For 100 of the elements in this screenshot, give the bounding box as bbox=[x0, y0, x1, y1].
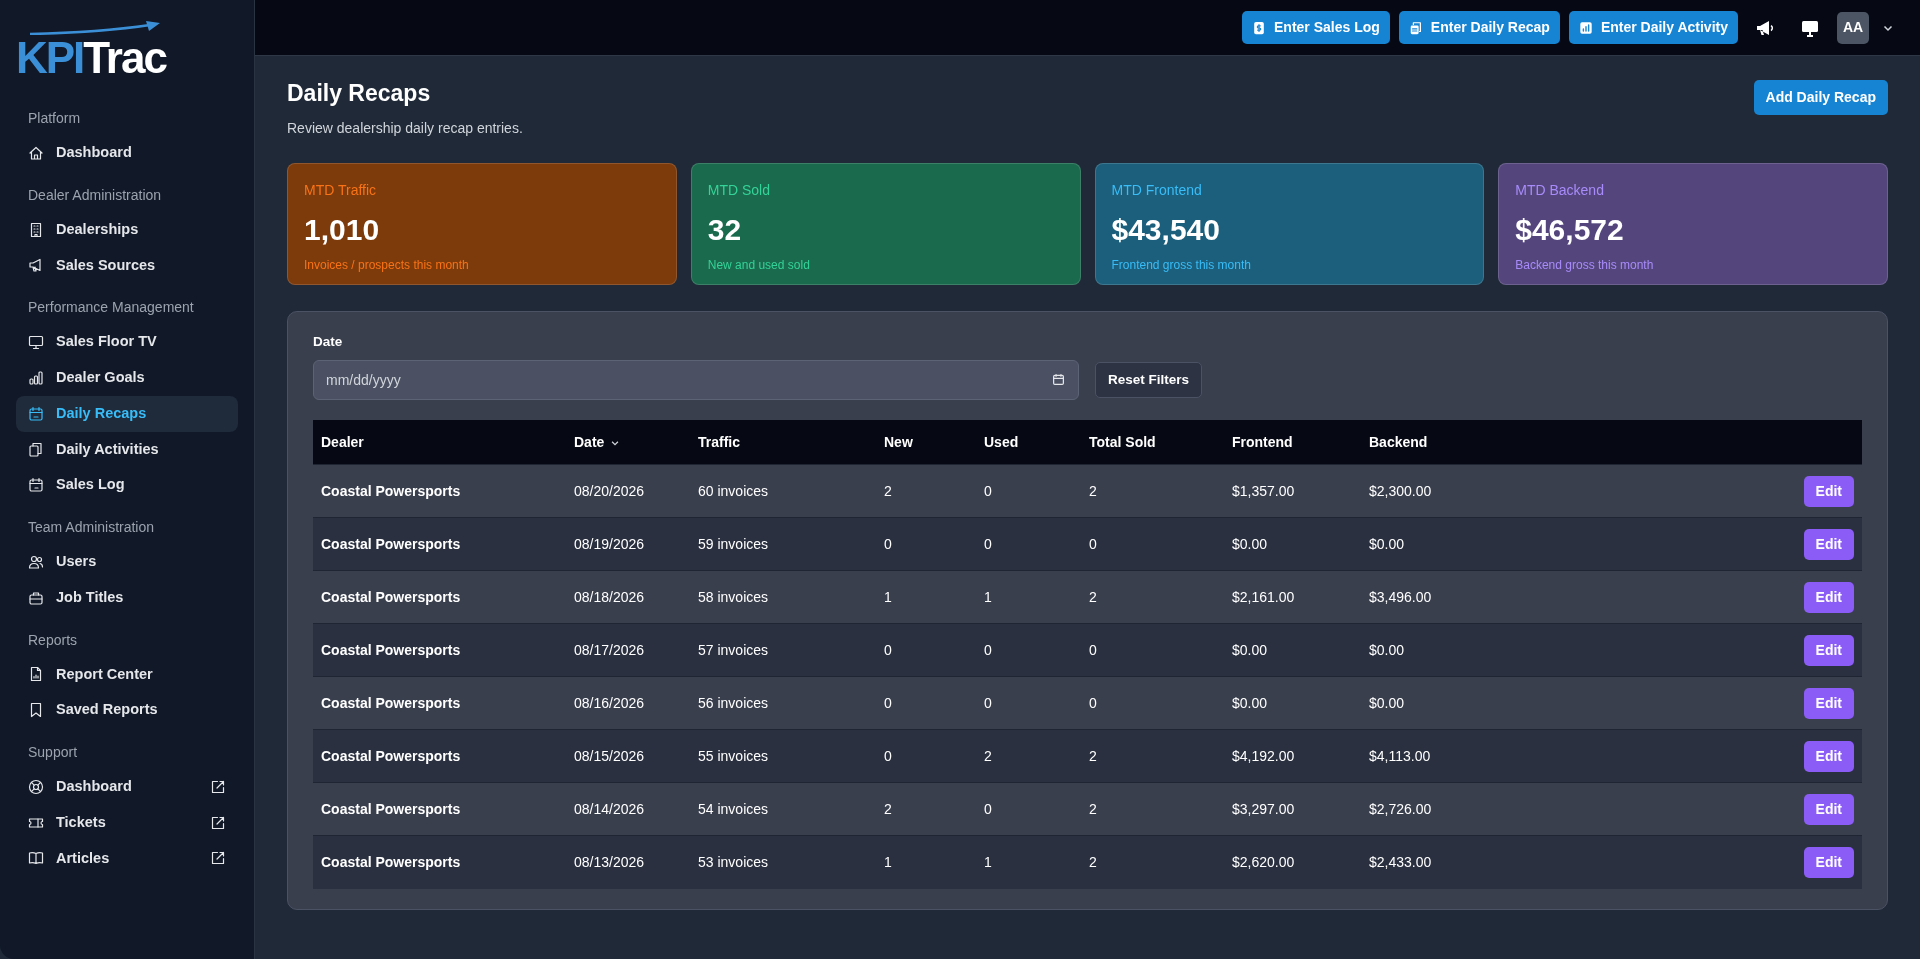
table-cell: $0.00 bbox=[1361, 623, 1498, 677]
briefcase-icon bbox=[28, 589, 44, 606]
stat-note: Backend gross this month bbox=[1515, 256, 1655, 274]
add-daily-recap-button[interactable]: Add Daily Recap bbox=[1753, 80, 1888, 115]
lifebuoy-icon bbox=[28, 778, 44, 795]
sidebar-item[interactable]: Dealer Goals bbox=[16, 360, 238, 396]
edit-button[interactable]: Edit bbox=[1803, 581, 1854, 613]
edit-button[interactable]: Edit bbox=[1803, 847, 1854, 879]
table-cell: 53 invoices bbox=[690, 835, 876, 889]
table-cell: 0 bbox=[876, 729, 976, 783]
column-header: Total Sold bbox=[1081, 419, 1224, 465]
table-cell: 0 bbox=[1081, 517, 1224, 571]
table-cell: 57 invoices bbox=[690, 623, 876, 677]
edit-button[interactable]: Edit bbox=[1803, 528, 1854, 560]
stat-note: Invoices / prospects this month bbox=[304, 256, 470, 274]
section-heading: Performance Management bbox=[28, 298, 195, 318]
stat-label: MTD Frontend bbox=[1111, 180, 1203, 200]
table-cell: 1 bbox=[876, 835, 976, 889]
table-cell: 54 invoices bbox=[690, 782, 876, 836]
column-header: Frontend bbox=[1224, 419, 1361, 465]
table-cell: $3,297.00 bbox=[1224, 782, 1361, 836]
column-header: Backend bbox=[1361, 419, 1498, 465]
table-cell: 08/13/2026 bbox=[566, 835, 690, 889]
table-cell: 1 bbox=[976, 835, 1081, 889]
stat-label: MTD Sold bbox=[707, 180, 771, 200]
table-cell: 0 bbox=[876, 676, 976, 730]
edit-button[interactable]: Edit bbox=[1803, 687, 1854, 719]
table-cell: 0 bbox=[1081, 623, 1224, 677]
stat-note: New and used sold bbox=[707, 256, 811, 274]
section-heading: Dealer Administration bbox=[28, 185, 163, 205]
sidebar-item[interactable]: Dashboard bbox=[16, 135, 238, 171]
section-heading: Platform bbox=[28, 109, 82, 128]
header-button[interactable]: Enter Sales Log bbox=[1242, 11, 1390, 44]
header-button[interactable]: Enter Daily Recap bbox=[1398, 11, 1560, 44]
section-heading: Reports bbox=[28, 630, 79, 650]
table-cell: 2 bbox=[976, 729, 1081, 783]
table-cell: 08/19/2026 bbox=[566, 517, 690, 571]
date-field[interactable]: mm/dd/yyyy bbox=[313, 359, 1079, 400]
user-avatar[interactable]: AA bbox=[1837, 11, 1869, 44]
table-cell: 2 bbox=[1081, 835, 1224, 889]
table-cell: $0.00 bbox=[1224, 623, 1361, 677]
column-header: New bbox=[876, 419, 976, 465]
sidebar-item[interactable]: Daily Recaps bbox=[16, 395, 238, 432]
sidebar-item[interactable]: Dashboard bbox=[16, 769, 238, 805]
sidebar-item[interactable]: Sales Log bbox=[16, 467, 238, 503]
section-heading: Support bbox=[28, 743, 79, 762]
calendar-icon bbox=[28, 405, 44, 422]
table-cell: 08/18/2026 bbox=[566, 570, 690, 624]
bookmark-icon bbox=[28, 702, 44, 719]
edit-button[interactable]: Edit bbox=[1803, 793, 1854, 825]
logo[interactable]: KPITrac bbox=[16, 20, 174, 80]
megaphone-icon bbox=[28, 257, 44, 274]
table-cell: 60 invoices bbox=[690, 464, 876, 518]
reset-filters-button[interactable]: Reset Filters bbox=[1095, 361, 1203, 398]
stat-value: 32 bbox=[707, 211, 743, 248]
table-cell: 08/15/2026 bbox=[566, 729, 690, 783]
table-cell: 1 bbox=[976, 570, 1081, 624]
table-cell: 0 bbox=[876, 517, 976, 571]
edit-button[interactable]: Edit bbox=[1803, 475, 1854, 507]
building-icon bbox=[28, 221, 44, 238]
edit-button[interactable]: Edit bbox=[1803, 740, 1854, 772]
table-cell: 58 invoices bbox=[690, 570, 876, 624]
table-cell: 0 bbox=[976, 517, 1081, 571]
table-cell: 2 bbox=[1081, 782, 1224, 836]
sidebar-item[interactable]: Users bbox=[16, 544, 238, 580]
sidebar-item[interactable]: Daily Activities bbox=[16, 431, 238, 468]
sidebar-item[interactable]: Sales Sources bbox=[16, 247, 238, 284]
table-cell: 2 bbox=[1081, 570, 1224, 624]
table-cell: $0.00 bbox=[1361, 676, 1498, 730]
table-cell: $2,161.00 bbox=[1224, 570, 1361, 624]
header-button[interactable]: Enter Daily Activity bbox=[1568, 11, 1738, 44]
table-cell: Coastal Powersports bbox=[313, 676, 566, 730]
sidebar-item[interactable]: Articles bbox=[16, 840, 238, 877]
sidebar-item[interactable]: Job Titles bbox=[16, 579, 238, 616]
sidebar-item[interactable]: Tickets bbox=[16, 804, 238, 841]
column-header: Date bbox=[566, 419, 690, 465]
table-cell: 0 bbox=[976, 676, 1081, 730]
table-cell: $4,192.00 bbox=[1224, 729, 1361, 783]
table-cell: 0 bbox=[976, 464, 1081, 518]
sidebar-item[interactable]: Report Center bbox=[16, 656, 238, 693]
sidebar-item[interactable]: Saved Reports bbox=[16, 692, 238, 728]
table-cell: Coastal Powersports bbox=[313, 835, 566, 889]
monitor-icon bbox=[28, 334, 44, 351]
stat-value: 1,010 bbox=[304, 211, 381, 248]
table-cell: 08/16/2026 bbox=[566, 676, 690, 730]
document-icon bbox=[28, 666, 44, 683]
calendar-icon[interactable] bbox=[1052, 372, 1065, 386]
copy-icon bbox=[28, 441, 44, 458]
column-header: Dealer bbox=[313, 419, 566, 465]
table-cell: 2 bbox=[876, 782, 976, 836]
stat-label: MTD Backend bbox=[1515, 180, 1605, 200]
sidebar-item[interactable]: Dealerships bbox=[16, 211, 238, 248]
sidebar-item[interactable]: Sales Floor TV bbox=[16, 324, 238, 360]
edit-button[interactable]: Edit bbox=[1803, 634, 1854, 666]
field-label: Date bbox=[313, 332, 344, 351]
table-cell: 2 bbox=[1081, 729, 1224, 783]
calendar-icon bbox=[28, 477, 44, 494]
table-cell: 1 bbox=[876, 570, 976, 624]
users-icon bbox=[28, 553, 44, 570]
table-cell: 0 bbox=[1081, 676, 1224, 730]
